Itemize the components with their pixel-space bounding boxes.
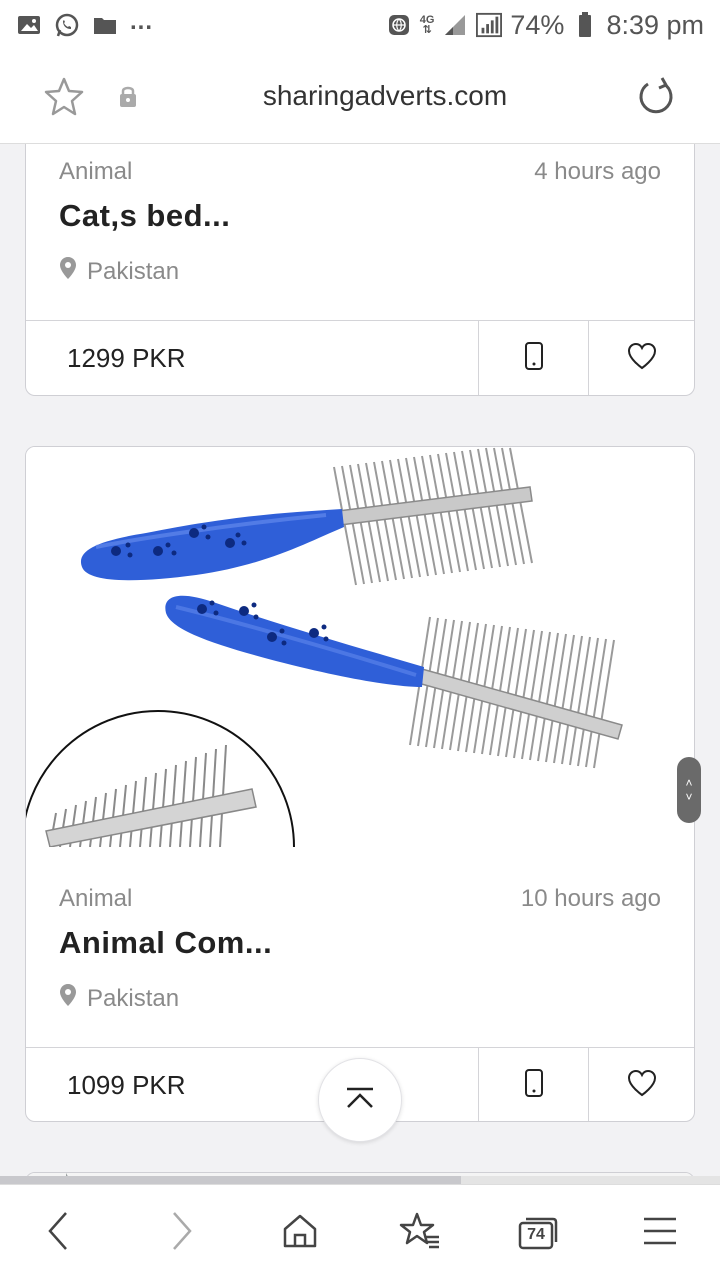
listing-card[interactable]: Animal 10 hours ago Animal Com... Pakist… bbox=[25, 446, 695, 1122]
listing-location: Pakistan bbox=[59, 256, 179, 287]
reload-icon[interactable] bbox=[636, 76, 676, 121]
hamburger-menu-icon bbox=[643, 1216, 677, 1251]
tabs-icon: 74 bbox=[517, 1215, 559, 1251]
signal-bars-icon bbox=[476, 12, 503, 38]
listing-image[interactable] bbox=[26, 447, 694, 847]
bookmarks-button[interactable] bbox=[396, 1209, 444, 1257]
whatsapp-icon bbox=[54, 13, 80, 37]
phone-icon bbox=[524, 341, 544, 376]
call-button[interactable] bbox=[478, 321, 588, 395]
home-icon bbox=[281, 1213, 319, 1254]
home-button[interactable] bbox=[276, 1209, 324, 1257]
image-icon bbox=[16, 14, 42, 36]
arrow-up-icon bbox=[344, 1086, 376, 1115]
location-text: Pakistan bbox=[87, 257, 180, 285]
comb-product-image bbox=[26, 447, 623, 847]
favorite-button[interactable] bbox=[588, 321, 694, 395]
listings-feed[interactable]: Animal 4 hours ago Cat,s bed... Pakistan… bbox=[0, 144, 720, 1184]
network-type: 4G ⇅ bbox=[419, 14, 435, 36]
star-list-icon bbox=[399, 1211, 441, 1256]
listing-category: Animal bbox=[59, 885, 133, 912]
listing-meta: Animal 10 hours ago bbox=[59, 885, 661, 913]
back-button[interactable] bbox=[34, 1209, 82, 1257]
page-progress-bar bbox=[0, 1176, 720, 1184]
location-text: Pakistan bbox=[87, 984, 180, 1012]
heart-icon bbox=[627, 342, 657, 375]
chevron-down-icon: ˅ bbox=[685, 790, 693, 804]
url-text[interactable]: sharingadverts.com bbox=[0, 80, 720, 112]
battery-percent: 74% bbox=[510, 9, 565, 40]
folder-icon bbox=[92, 14, 118, 36]
menu-button[interactable] bbox=[636, 1209, 684, 1257]
heart-icon bbox=[627, 1069, 657, 1102]
signal-icon bbox=[442, 14, 468, 36]
tabs-count: 74 bbox=[527, 1226, 545, 1243]
bottom-toolbar: 74 bbox=[0, 1184, 720, 1280]
listing-meta: Animal 4 hours ago bbox=[59, 158, 661, 186]
listing-title[interactable]: Cat,s bed... bbox=[59, 198, 230, 234]
fast-scroll-handle[interactable]: ˄ ˅ bbox=[677, 757, 701, 823]
tabs-button[interactable]: 74 bbox=[514, 1209, 562, 1257]
location-pin-icon bbox=[59, 256, 77, 287]
vpn-icon bbox=[386, 14, 412, 36]
listing-location: Pakistan bbox=[59, 983, 179, 1014]
listing-price: 1299 PKR bbox=[67, 343, 186, 373]
location-pin-icon bbox=[59, 983, 77, 1014]
chevron-up-icon: ˄ bbox=[685, 776, 693, 790]
listing-time: 4 hours ago bbox=[534, 158, 661, 185]
back-to-top-button[interactable] bbox=[318, 1058, 402, 1142]
page-progress-fill bbox=[0, 1176, 461, 1184]
forward-button[interactable] bbox=[158, 1209, 206, 1257]
listing-actions: 1299 PKR bbox=[26, 320, 694, 395]
chevron-left-icon bbox=[46, 1211, 70, 1256]
chevron-right-icon bbox=[170, 1211, 194, 1256]
listing-title[interactable]: Animal Com... bbox=[59, 925, 272, 961]
status-bar: ... 4G ⇅ 74% 8:39 pm bbox=[0, 0, 720, 50]
address-bar: sharingadverts.com bbox=[0, 50, 720, 144]
clock: 8:39 pm bbox=[606, 9, 704, 40]
listing-time: 10 hours ago bbox=[520, 885, 661, 912]
listing-price: 1099 PKR bbox=[67, 1070, 186, 1100]
call-button[interactable] bbox=[478, 1048, 588, 1121]
listing-category: Animal bbox=[59, 158, 133, 185]
battery-icon bbox=[572, 12, 598, 37]
more-notifications: ... bbox=[130, 8, 154, 35]
listing-card[interactable]: Animal 4 hours ago Cat,s bed... Pakistan… bbox=[25, 144, 695, 396]
phone-icon bbox=[524, 1068, 544, 1103]
favorite-button[interactable] bbox=[588, 1048, 694, 1121]
